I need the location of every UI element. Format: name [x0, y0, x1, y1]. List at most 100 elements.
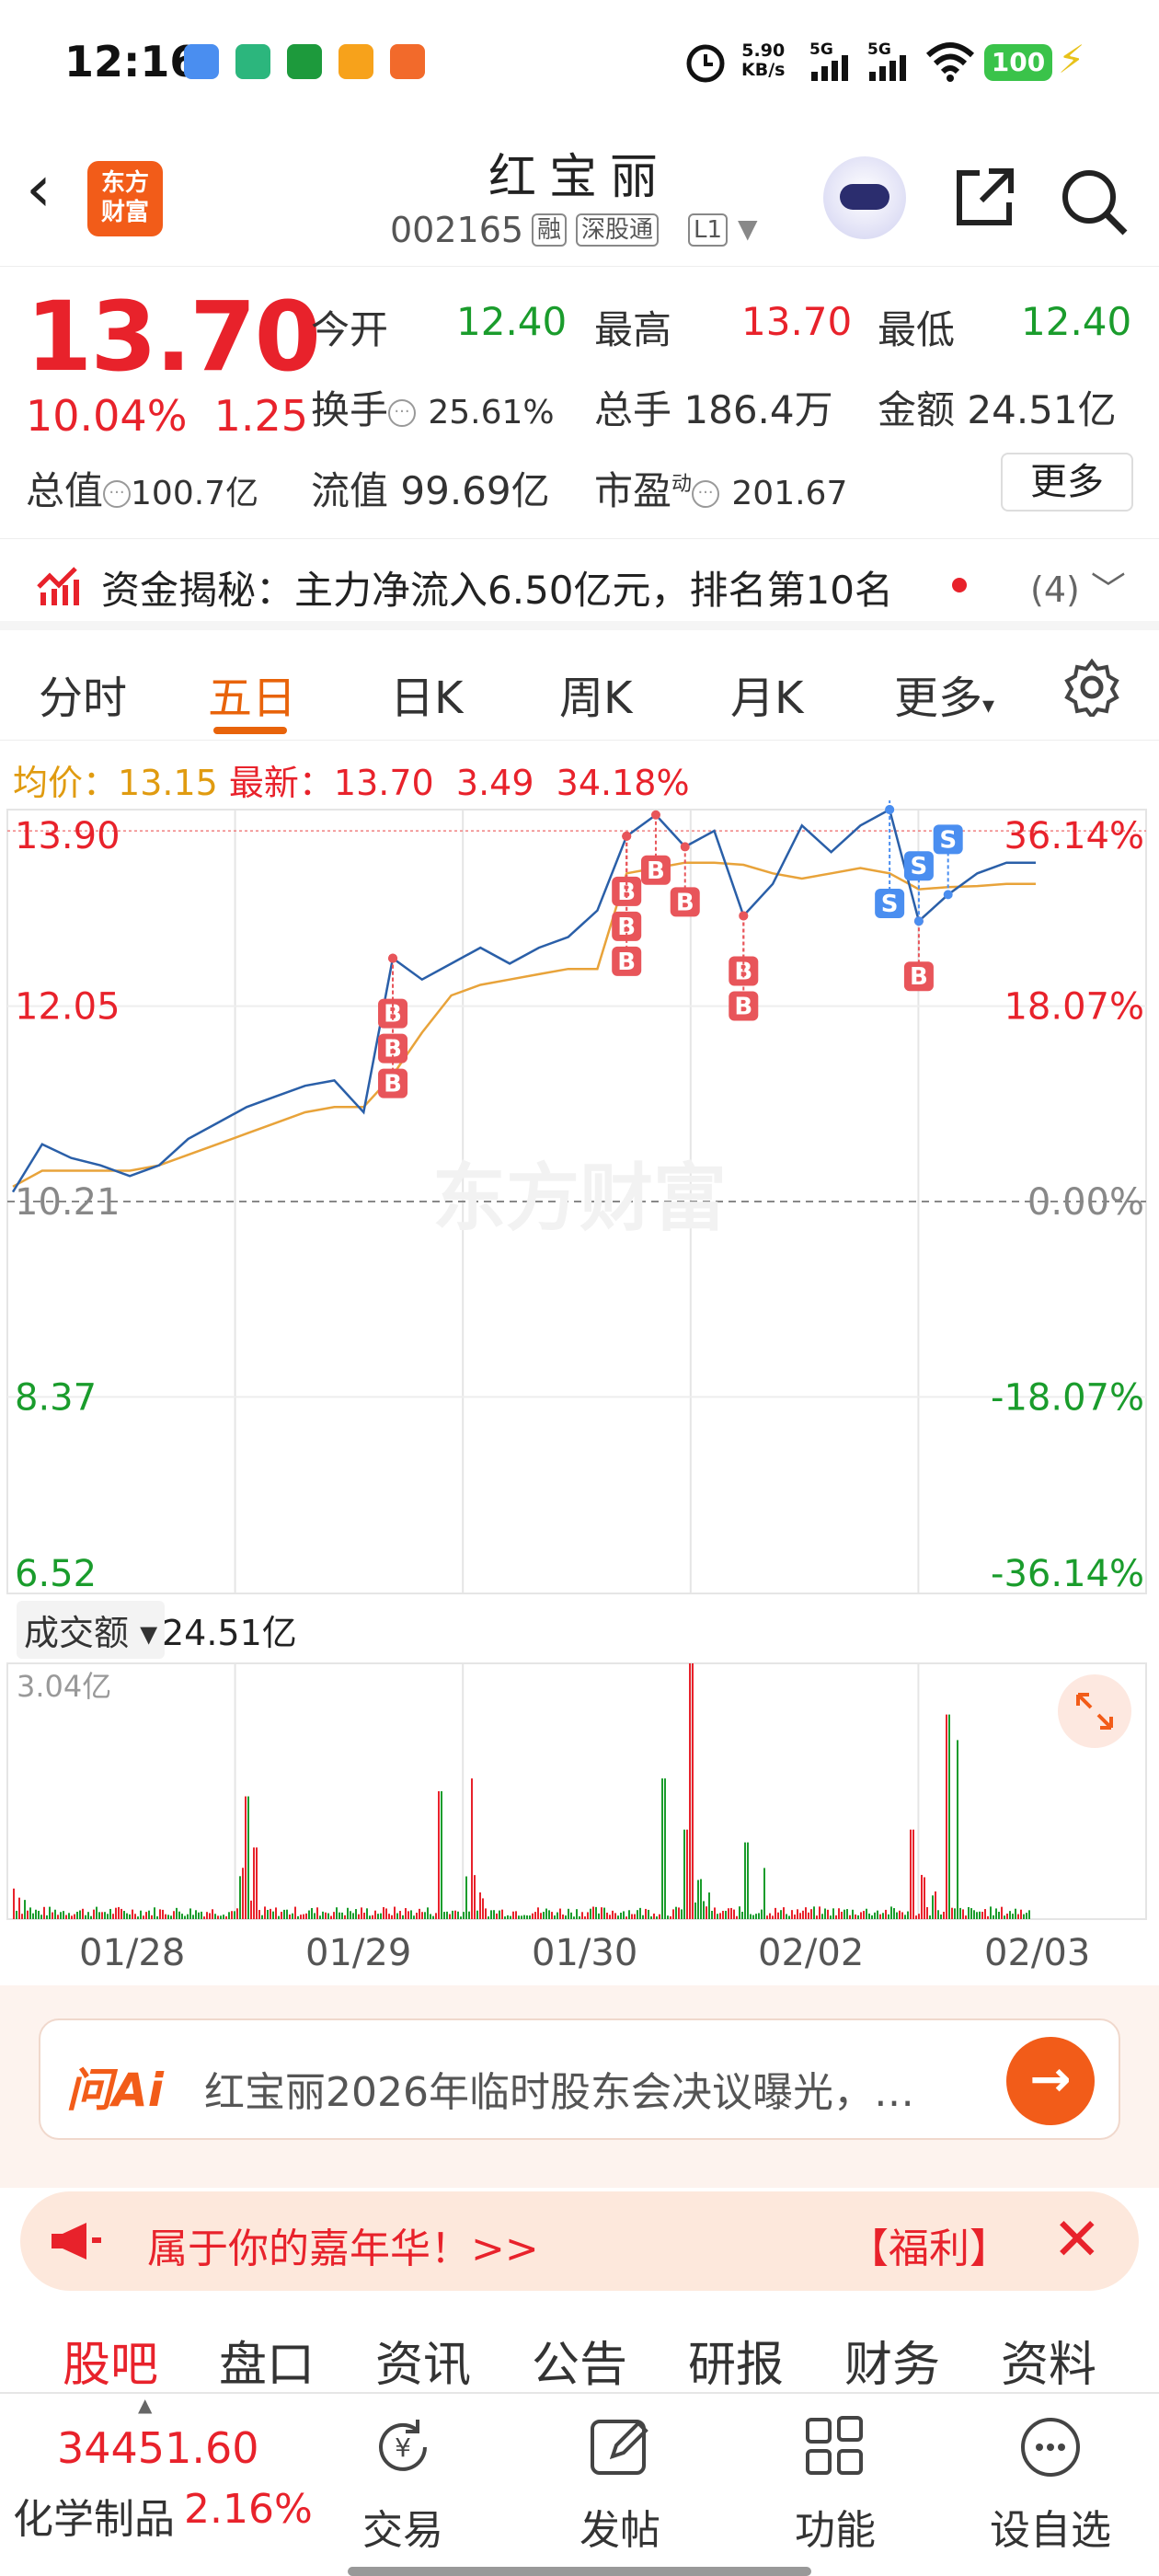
tab-monthly-k[interactable]: 月K — [730, 661, 803, 726]
settings-gear-icon[interactable] — [1062, 658, 1121, 717]
volume-bar — [830, 1915, 832, 1919]
ask-ai-arrow-button[interactable]: → — [1006, 2037, 1095, 2125]
trade-marker-dot — [885, 805, 895, 814]
tab-orderbook[interactable]: 盘口 — [219, 2326, 315, 2395]
volume-bar — [959, 1907, 961, 1919]
volume-bar — [176, 1907, 178, 1919]
tab-weekly-k[interactable]: 周K — [559, 661, 632, 726]
share-icon[interactable] — [952, 166, 1016, 230]
volume-bar — [551, 1912, 553, 1919]
chart-period-tabs: 分时 五日 日K 周K 月K 更多▾ — [0, 639, 1159, 741]
watermark: 东方财富 — [432, 1156, 727, 1241]
volume-bar — [352, 1913, 354, 1919]
volume-bar — [76, 1911, 78, 1919]
tab-announcements[interactable]: 公告 — [532, 2326, 627, 2395]
edit-post-icon — [591, 2420, 648, 2475]
volume-bar — [253, 1847, 255, 1919]
volume-bar — [617, 1915, 619, 1919]
net-speed: 5.90 KB/s — [741, 40, 786, 80]
close-icon[interactable]: ✕ — [1052, 2206, 1102, 2274]
nav-post[interactable]: 发帖 — [546, 2412, 694, 2556]
volume-bar — [261, 1915, 263, 1919]
volume-bar — [843, 1909, 845, 1919]
tab-more[interactable]: 更多▾ — [894, 661, 994, 726]
volume-bar — [802, 1910, 804, 1919]
volume-bar — [717, 1914, 718, 1919]
volume-bar — [173, 1911, 175, 1919]
tab-news[interactable]: 资讯 — [375, 2326, 471, 2395]
promo-banner[interactable]: 属于你的嘉年华！>> 【福利】 ✕ — [20, 2191, 1139, 2291]
volume-bar — [264, 1906, 266, 1919]
volume-bar — [316, 1907, 318, 1919]
status-time: 12:16 — [64, 37, 200, 86]
volume-bar — [236, 1908, 238, 1919]
tab-forum[interactable]: 股吧 — [63, 2326, 158, 2395]
ask-ai-bar[interactable]: 问Ai 红宝丽2026年临时股东会决议曝光，… → — [39, 2018, 1120, 2140]
float-cap-field: 流值 99.69亿 — [311, 468, 550, 513]
expand-icon[interactable] — [1058, 1674, 1131, 1748]
volume-bar — [507, 1915, 509, 1919]
tab-profile[interactable]: 资料 — [1001, 2326, 1096, 2395]
nav-add-watchlist[interactable]: 设自选 — [977, 2412, 1124, 2556]
app-notification-icon — [287, 44, 322, 79]
volume-bar — [336, 1907, 338, 1919]
volume-bar — [1020, 1909, 1022, 1919]
volume-bar — [907, 1911, 909, 1919]
high-label: 最高 — [594, 307, 672, 352]
volume-bar — [242, 1868, 244, 1919]
charging-icon: ⚡ — [1058, 37, 1085, 82]
info-icon: ··· — [692, 479, 720, 508]
volume-bar — [488, 1916, 489, 1919]
volume-bar — [355, 1909, 357, 1919]
volume-bar — [664, 1778, 666, 1919]
volume-bar — [493, 1910, 495, 1919]
volume-bar — [344, 1915, 346, 1919]
volume-bar — [893, 1908, 895, 1919]
sector-index-value[interactable]: 34451.60 — [57, 2423, 259, 2473]
volume-bar — [592, 1906, 594, 1919]
volume-bar — [951, 1907, 953, 1919]
five-day-chart[interactable]: 东方财富 BBBBBBBBBBSSBSS 13.9036.14%12.0518.… — [0, 800, 1159, 1950]
volume-bar — [339, 1912, 340, 1919]
volume-bar — [877, 1910, 878, 1919]
volume-bar — [929, 1915, 931, 1919]
volume-bar — [358, 1914, 360, 1919]
pct-axis-label: -36.14% — [991, 1553, 1144, 1595]
fund-flow-bar[interactable]: 资金揭秘：主力净流入6.50亿元，排名第10名 (4) ﹀ — [0, 538, 1159, 630]
turnover-label: 换手 ··· 25.61% — [311, 387, 555, 432]
volume-bar — [212, 1909, 213, 1919]
tab-five-day[interactable]: 五日 — [208, 661, 296, 726]
price-axis-label: 8.37 — [15, 1376, 97, 1419]
volume-bar — [805, 1907, 807, 1919]
chevron-down-icon[interactable]: ▼ — [738, 213, 758, 244]
volume-bar — [281, 1912, 282, 1919]
tab-daily-k[interactable]: 日K — [390, 661, 463, 726]
tab-intraday[interactable]: 分时 — [39, 661, 127, 726]
volume-bar — [115, 1907, 117, 1919]
volume-bar — [838, 1908, 840, 1919]
volume-bar — [341, 1912, 343, 1919]
volume-bar — [165, 1914, 166, 1919]
nav-functions[interactable]: 功能 — [762, 2412, 909, 2556]
tab-research[interactable]: 研报 — [688, 2326, 784, 2395]
signal-icon — [869, 55, 906, 81]
ai-assistant-avatar[interactable] — [823, 156, 906, 239]
volume-type-dropdown[interactable]: 成交额 ▾ — [17, 1601, 166, 1659]
volume-bar — [438, 1791, 440, 1919]
volume-bar — [184, 1915, 186, 1919]
volume-bar — [383, 1906, 384, 1919]
more-quote-button[interactable]: 更多 — [1001, 453, 1133, 512]
trade-marker-label: B — [676, 889, 694, 916]
search-icon[interactable] — [1058, 166, 1131, 239]
volume-bar — [537, 1907, 539, 1919]
app-notification-icon — [184, 44, 219, 79]
volume-bar — [515, 1911, 517, 1919]
volume-bar — [879, 1914, 881, 1919]
date-label: 01/29 — [305, 1932, 412, 1974]
nav-trade[interactable]: ¥ 交易 — [329, 2412, 476, 2556]
tab-financials[interactable]: 财务 — [844, 2326, 940, 2395]
volume-bar — [223, 1915, 224, 1919]
volume-header: 成交额 ▾ 24.51亿 — [17, 1601, 297, 1659]
trend-chart-icon — [37, 567, 79, 605]
volume-bar — [794, 1915, 796, 1919]
